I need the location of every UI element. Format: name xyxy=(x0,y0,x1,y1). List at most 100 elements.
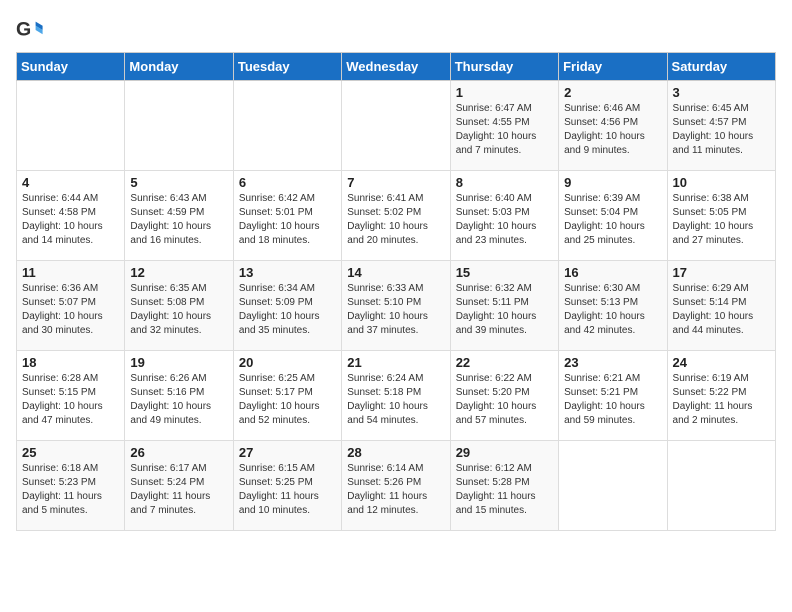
day-info: Sunrise: 6:39 AM Sunset: 5:04 PM Dayligh… xyxy=(564,192,661,248)
week-row-3: 18 Sunrise: 6:28 AM Sunset: 5:15 PM Dayli… xyxy=(17,351,776,441)
day-cell: 18 Sunrise: 6:28 AM Sunset: 5:15 PM Dayli… xyxy=(17,351,125,441)
day-number: 17 xyxy=(673,265,770,280)
day-cell: 12 Sunrise: 6:35 AM Sunset: 5:08 PM Dayli… xyxy=(125,261,233,351)
day-cell xyxy=(17,81,125,171)
day-info: Sunrise: 6:12 AM Sunset: 5:28 PM Dayligh… xyxy=(456,462,553,518)
day-info: Sunrise: 6:17 AM Sunset: 5:24 PM Dayligh… xyxy=(130,462,227,518)
day-info: Sunrise: 6:18 AM Sunset: 5:23 PM Dayligh… xyxy=(22,462,119,518)
day-number: 23 xyxy=(564,355,661,370)
day-info: Sunrise: 6:30 AM Sunset: 5:13 PM Dayligh… xyxy=(564,282,661,338)
day-info: Sunrise: 6:21 AM Sunset: 5:21 PM Dayligh… xyxy=(564,372,661,428)
header-cell-monday: Monday xyxy=(125,53,233,81)
header-cell-wednesday: Wednesday xyxy=(342,53,450,81)
day-number: 25 xyxy=(22,445,119,460)
day-cell: 1 Sunrise: 6:47 AM Sunset: 4:55 PM Daylig… xyxy=(450,81,558,171)
day-number: 29 xyxy=(456,445,553,460)
day-cell: 28Sunrise: 6:14 AM Sunset: 5:26 PM Dayli… xyxy=(342,441,450,531)
day-number: 12 xyxy=(130,265,227,280)
day-cell: 9 Sunrise: 6:39 AM Sunset: 5:04 PM Daylig… xyxy=(559,171,667,261)
calendar-table: SundayMondayTuesdayWednesdayThursdayFrid… xyxy=(16,52,776,531)
week-row-4: 25 Sunrise: 6:18 AM Sunset: 5:23 PM Dayli… xyxy=(17,441,776,531)
header-row: SundayMondayTuesdayWednesdayThursdayFrid… xyxy=(17,53,776,81)
day-info: Sunrise: 6:38 AM Sunset: 5:05 PM Dayligh… xyxy=(673,192,770,248)
day-info: Sunrise: 6:29 AM Sunset: 5:14 PM Dayligh… xyxy=(673,282,770,338)
day-number: 22 xyxy=(456,355,553,370)
day-number: 10 xyxy=(673,175,770,190)
day-info: Sunrise: 6:43 AM Sunset: 4:59 PM Dayligh… xyxy=(130,192,227,248)
day-info: Sunrise: 6:44 AM Sunset: 4:58 PM Dayligh… xyxy=(22,192,119,248)
day-info: Sunrise: 6:15 AM Sunset: 5:25 PM Dayligh… xyxy=(239,462,336,518)
day-info: Sunrise: 6:35 AM Sunset: 5:08 PM Dayligh… xyxy=(130,282,227,338)
day-cell xyxy=(559,441,667,531)
day-number: 15 xyxy=(456,265,553,280)
day-info: Sunrise: 6:28 AM Sunset: 5:15 PM Dayligh… xyxy=(22,372,119,428)
logo-icon: G xyxy=(16,16,44,44)
day-cell: 3 Sunrise: 6:45 AM Sunset: 4:57 PM Daylig… xyxy=(667,81,775,171)
day-cell: 11 Sunrise: 6:36 AM Sunset: 5:07 PM Dayli… xyxy=(17,261,125,351)
day-cell: 4 Sunrise: 6:44 AM Sunset: 4:58 PM Daylig… xyxy=(17,171,125,261)
day-cell: 17 Sunrise: 6:29 AM Sunset: 5:14 PM Dayli… xyxy=(667,261,775,351)
day-cell: 20Sunrise: 6:25 AM Sunset: 5:17 PM Dayli… xyxy=(233,351,341,441)
day-cell: 29 Sunrise: 6:12 AM Sunset: 5:28 PM Dayli… xyxy=(450,441,558,531)
day-cell: 10 Sunrise: 6:38 AM Sunset: 5:05 PM Dayli… xyxy=(667,171,775,261)
day-cell: 23 Sunrise: 6:21 AM Sunset: 5:21 PM Dayli… xyxy=(559,351,667,441)
day-number: 3 xyxy=(673,85,770,100)
day-number: 8 xyxy=(456,175,553,190)
day-number: 24 xyxy=(673,355,770,370)
day-number: 7 xyxy=(347,175,444,190)
header-cell-saturday: Saturday xyxy=(667,53,775,81)
day-number: 2 xyxy=(564,85,661,100)
day-number: 21 xyxy=(347,355,444,370)
day-cell xyxy=(342,81,450,171)
day-number: 27 xyxy=(239,445,336,460)
day-info: Sunrise: 6:40 AM Sunset: 5:03 PM Dayligh… xyxy=(456,192,553,248)
day-number: 1 xyxy=(456,85,553,100)
day-info: Sunrise: 6:26 AM Sunset: 5:16 PM Dayligh… xyxy=(130,372,227,428)
day-cell: 25 Sunrise: 6:18 AM Sunset: 5:23 PM Dayli… xyxy=(17,441,125,531)
day-cell: 14Sunrise: 6:33 AM Sunset: 5:10 PM Dayli… xyxy=(342,261,450,351)
day-number: 14 xyxy=(347,265,444,280)
day-number: 11 xyxy=(22,265,119,280)
day-cell xyxy=(233,81,341,171)
day-info: Sunrise: 6:19 AM Sunset: 5:22 PM Dayligh… xyxy=(673,372,770,428)
day-info: Sunrise: 6:41 AM Sunset: 5:02 PM Dayligh… xyxy=(347,192,444,248)
day-cell: 26Sunrise: 6:17 AM Sunset: 5:24 PM Dayli… xyxy=(125,441,233,531)
day-cell: 7 Sunrise: 6:41 AM Sunset: 5:02 PM Daylig… xyxy=(342,171,450,261)
day-info: Sunrise: 6:47 AM Sunset: 4:55 PM Dayligh… xyxy=(456,102,553,158)
day-info: Sunrise: 6:45 AM Sunset: 4:57 PM Dayligh… xyxy=(673,102,770,158)
day-cell: 22 Sunrise: 6:22 AM Sunset: 5:20 PM Dayli… xyxy=(450,351,558,441)
day-number: 6 xyxy=(239,175,336,190)
day-info: Sunrise: 6:22 AM Sunset: 5:20 PM Dayligh… xyxy=(456,372,553,428)
svg-text:G: G xyxy=(16,19,31,41)
day-info: Sunrise: 6:46 AM Sunset: 4:56 PM Dayligh… xyxy=(564,102,661,158)
day-info: Sunrise: 6:24 AM Sunset: 5:18 PM Dayligh… xyxy=(347,372,444,428)
header-cell-friday: Friday xyxy=(559,53,667,81)
calendar-body: 1 Sunrise: 6:47 AM Sunset: 4:55 PM Daylig… xyxy=(17,81,776,531)
day-cell xyxy=(667,441,775,531)
day-number: 5 xyxy=(130,175,227,190)
day-cell: 24 Sunrise: 6:19 AM Sunset: 5:22 PM Dayli… xyxy=(667,351,775,441)
day-number: 13 xyxy=(239,265,336,280)
day-cell: 27 Sunrise: 6:15 AM Sunset: 5:25 PM Dayli… xyxy=(233,441,341,531)
day-info: Sunrise: 6:32 AM Sunset: 5:11 PM Dayligh… xyxy=(456,282,553,338)
day-cell: 19Sunrise: 6:26 AM Sunset: 5:16 PM Dayli… xyxy=(125,351,233,441)
day-info: Sunrise: 6:36 AM Sunset: 5:07 PM Dayligh… xyxy=(22,282,119,338)
day-number: 16 xyxy=(564,265,661,280)
header-cell-sunday: Sunday xyxy=(17,53,125,81)
day-number: 4 xyxy=(22,175,119,190)
header-cell-tuesday: Tuesday xyxy=(233,53,341,81)
day-cell: 5 Sunrise: 6:43 AM Sunset: 4:59 PM Daylig… xyxy=(125,171,233,261)
day-info: Sunrise: 6:14 AM Sunset: 5:26 PM Dayligh… xyxy=(347,462,444,518)
day-cell: 6 Sunrise: 6:42 AM Sunset: 5:01 PM Daylig… xyxy=(233,171,341,261)
day-number: 18 xyxy=(22,355,119,370)
day-info: Sunrise: 6:42 AM Sunset: 5:01 PM Dayligh… xyxy=(239,192,336,248)
day-cell: 8 Sunrise: 6:40 AM Sunset: 5:03 PM Daylig… xyxy=(450,171,558,261)
calendar-header: SundayMondayTuesdayWednesdayThursdayFrid… xyxy=(17,53,776,81)
day-cell: 21 Sunrise: 6:24 AM Sunset: 5:18 PM Dayli… xyxy=(342,351,450,441)
week-row-1: 4 Sunrise: 6:44 AM Sunset: 4:58 PM Daylig… xyxy=(17,171,776,261)
day-cell: 13 Sunrise: 6:34 AM Sunset: 5:09 PM Dayli… xyxy=(233,261,341,351)
week-row-2: 11 Sunrise: 6:36 AM Sunset: 5:07 PM Dayli… xyxy=(17,261,776,351)
day-number: 9 xyxy=(564,175,661,190)
day-info: Sunrise: 6:34 AM Sunset: 5:09 PM Dayligh… xyxy=(239,282,336,338)
day-cell: 2 Sunrise: 6:46 AM Sunset: 4:56 PM Daylig… xyxy=(559,81,667,171)
